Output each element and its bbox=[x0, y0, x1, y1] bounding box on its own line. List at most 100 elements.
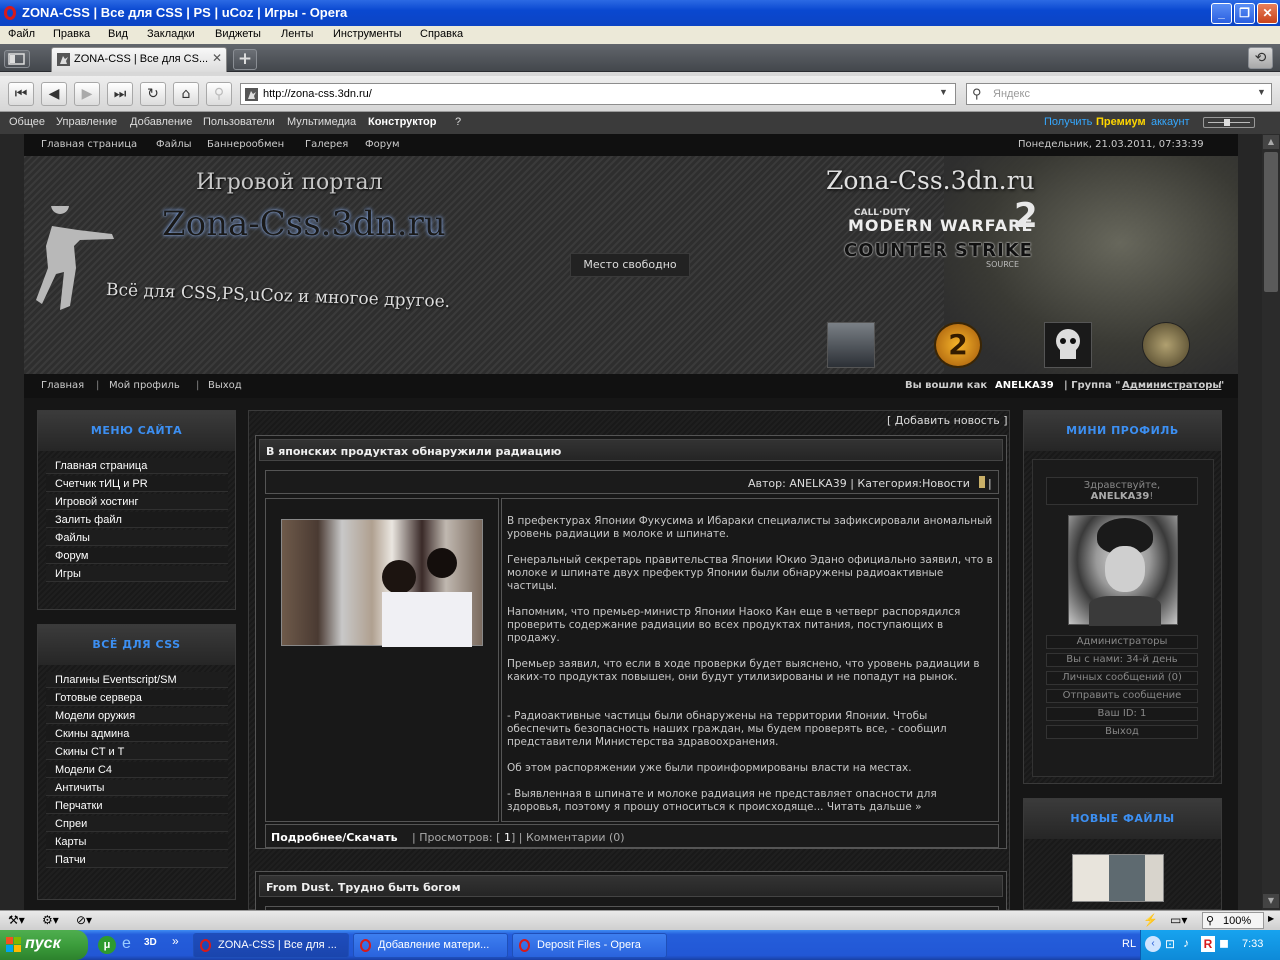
login-group-link[interactable]: Администраторы bbox=[1122, 380, 1221, 391]
rewind-button[interactable]: ⏮ bbox=[8, 82, 34, 106]
maximize-button[interactable]: ❐ bbox=[1234, 3, 1255, 24]
back-button[interactable]: ◀ bbox=[41, 82, 67, 106]
trash-closed-tabs-icon[interactable]: ⟲ bbox=[1248, 47, 1273, 69]
news-paragraph[interactable]: - Выявленная в шпинате и молоке радиация… bbox=[507, 788, 993, 814]
search-dropdown-icon[interactable]: ▼ bbox=[1257, 87, 1266, 97]
new-file-thumbnail[interactable] bbox=[1072, 854, 1164, 902]
utorrent-icon[interactable]: μ bbox=[98, 936, 116, 954]
ucoz-menu-users[interactable]: Пользователи bbox=[203, 116, 275, 128]
network-tray-icon[interactable]: ⊡ bbox=[1165, 937, 1175, 951]
minimize-button[interactable]: _ bbox=[1211, 3, 1232, 24]
css-menu-item[interactable]: Плагины Eventscript/SM bbox=[46, 672, 228, 688]
css-menu-item[interactable]: Патчи bbox=[46, 852, 228, 868]
game-icon-mw2-badge[interactable]: 2 bbox=[934, 322, 982, 368]
taskbar-task-deposit-files[interactable]: Deposit Files - Opera bbox=[512, 933, 667, 958]
antivirus-icon[interactable]: R bbox=[1201, 936, 1215, 952]
site-menu-item[interactable]: Залить файл bbox=[46, 512, 228, 528]
volume-icon[interactable]: ♪ bbox=[1183, 936, 1189, 950]
site-menu-item[interactable]: Главная страница bbox=[46, 458, 228, 474]
reload-button[interactable]: ↻ bbox=[140, 82, 166, 106]
menu-widgets[interactable]: Виджеты bbox=[215, 28, 261, 40]
scroll-up-icon[interactable]: ▲ bbox=[1263, 135, 1279, 149]
scrollbar-thumb[interactable] bbox=[1264, 152, 1278, 292]
menu-bookmarks[interactable]: Закладки bbox=[147, 28, 195, 40]
site-menu-item[interactable]: Игровой хостинг bbox=[46, 494, 228, 510]
css-menu-item[interactable]: Готовые сервера bbox=[46, 690, 228, 706]
more-download-link[interactable]: Подробнее/Скачать bbox=[271, 831, 398, 844]
window-titlebar[interactable]: ZONA-CSS | Все для CSS | PS | uCoz | Игр… bbox=[0, 0, 1280, 26]
zoom-control[interactable]: ⚲ 100% bbox=[1202, 912, 1264, 929]
news-photo[interactable] bbox=[281, 519, 483, 647]
subnav-profile[interactable]: Мой профиль bbox=[109, 380, 180, 391]
tray-app-icon[interactable]: ◼ bbox=[1219, 936, 1229, 950]
topnav-home[interactable]: Главная страница bbox=[41, 139, 137, 150]
tools-icon[interactable]: ⚒▾ bbox=[8, 913, 25, 927]
profile-send-message[interactable]: Отправить сообщение bbox=[1046, 689, 1198, 703]
internet-explorer-icon[interactable]: e bbox=[122, 935, 131, 953]
zoom-dropdown-icon[interactable]: ▶ bbox=[1268, 914, 1274, 923]
search-field[interactable]: ⚲ Яндекс ▼ bbox=[966, 83, 1272, 105]
tab-zona-css[interactable]: ZONA-CSS | Все для CS... ✕ bbox=[51, 47, 227, 72]
forward-button[interactable]: ▶ bbox=[74, 82, 100, 106]
3d-app-icon[interactable]: 3D bbox=[144, 937, 157, 948]
tray-expand-icon[interactable]: ‹ bbox=[1145, 936, 1161, 952]
quicklaunch-expand-icon[interactable]: » bbox=[172, 934, 179, 948]
news-title[interactable]: В японских продуктах обнаружили радиацию bbox=[266, 445, 561, 458]
ucoz-menu-help[interactable]: ? bbox=[455, 116, 461, 128]
ucoz-menu-manage[interactable]: Управление bbox=[56, 116, 117, 128]
ucoz-menu-add[interactable]: Добавление bbox=[130, 116, 192, 128]
ucoz-menu-general[interactable]: Общее bbox=[9, 116, 45, 128]
game-icon-skull[interactable] bbox=[1044, 322, 1092, 368]
home-button[interactable]: ⌂ bbox=[173, 82, 199, 106]
profile-group[interactable]: Администраторы bbox=[1046, 635, 1198, 649]
menu-file[interactable]: Файл bbox=[8, 28, 35, 40]
css-menu-item[interactable]: Скины CT и T bbox=[46, 744, 228, 760]
network-icon[interactable]: ⚙▾ bbox=[42, 913, 59, 927]
menu-help[interactable]: Справка bbox=[420, 28, 463, 40]
site-menu-item[interactable]: Файлы bbox=[46, 530, 228, 546]
topnav-gallery[interactable]: Галерея bbox=[305, 139, 348, 150]
login-username[interactable]: ANELKA39 bbox=[995, 380, 1054, 391]
view-icon[interactable]: ▭▾ bbox=[1170, 913, 1187, 927]
header-ad-slot[interactable]: Место свободно bbox=[570, 253, 690, 277]
rss-icon[interactable] bbox=[979, 476, 985, 488]
menu-feeds[interactable]: Ленты bbox=[281, 28, 313, 40]
fast-forward-button[interactable]: ⏭ bbox=[107, 82, 133, 106]
scroll-down-icon[interactable]: ▼ bbox=[1263, 894, 1279, 908]
panel-slider[interactable] bbox=[1203, 117, 1255, 128]
css-menu-item[interactable]: Модели оружия bbox=[46, 708, 228, 724]
tab-close-icon[interactable]: ✕ bbox=[212, 51, 222, 65]
premium-prefix[interactable]: Получить bbox=[1044, 116, 1092, 128]
profile-messages[interactable]: Личных сообщений (0) bbox=[1046, 671, 1198, 685]
address-field[interactable]: http://zona-css.3dn.ru/ ▼ bbox=[240, 83, 956, 105]
site-menu-item[interactable]: Игры bbox=[46, 566, 228, 582]
profile-avatar[interactable] bbox=[1068, 515, 1178, 626]
subnav-home[interactable]: Главная bbox=[41, 380, 84, 391]
menu-view[interactable]: Вид bbox=[108, 28, 128, 40]
new-tab-button[interactable]: + bbox=[233, 49, 257, 70]
profile-logout[interactable]: Выход bbox=[1046, 725, 1198, 739]
ucoz-menu-constructor[interactable]: Конструктор bbox=[368, 116, 436, 128]
css-menu-item[interactable]: Модели C4 bbox=[46, 762, 228, 778]
add-news-link[interactable]: [ Добавить новость ] bbox=[887, 414, 1008, 427]
css-menu-item[interactable]: Перчатки bbox=[46, 798, 228, 814]
panels-toggle-button[interactable] bbox=[4, 50, 30, 68]
site-menu-item[interactable]: Форум bbox=[46, 548, 228, 564]
premium-word[interactable]: Премиум bbox=[1096, 116, 1146, 128]
ucoz-menu-multimedia[interactable]: Мультимедиа bbox=[287, 116, 356, 128]
game-icon-cs-emblem[interactable] bbox=[1142, 322, 1190, 368]
close-button[interactable]: ✕ bbox=[1257, 3, 1278, 24]
vertical-scrollbar[interactable]: ▲ ▼ bbox=[1262, 134, 1280, 910]
premium-suffix[interactable]: аккаунт bbox=[1151, 116, 1190, 128]
topnav-files[interactable]: Файлы bbox=[156, 139, 192, 150]
subnav-logout[interactable]: Выход bbox=[208, 380, 242, 391]
address-dropdown-icon[interactable]: ▼ bbox=[939, 87, 948, 97]
css-menu-item[interactable]: Античиты bbox=[46, 780, 228, 796]
turbo-icon[interactable]: ⚡ bbox=[1143, 913, 1158, 927]
news-title[interactable]: From Dust. Трудно быть богом bbox=[266, 881, 461, 894]
topnav-banner-exchange[interactable]: Баннерообмен bbox=[207, 139, 284, 150]
taskbar-task-add-material[interactable]: Добавление матери... bbox=[353, 933, 508, 958]
site-menu-item[interactable]: Счетчик тИЦ и PR bbox=[46, 476, 228, 492]
css-menu-item[interactable]: Карты bbox=[46, 834, 228, 850]
menu-edit[interactable]: Правка bbox=[53, 28, 90, 40]
